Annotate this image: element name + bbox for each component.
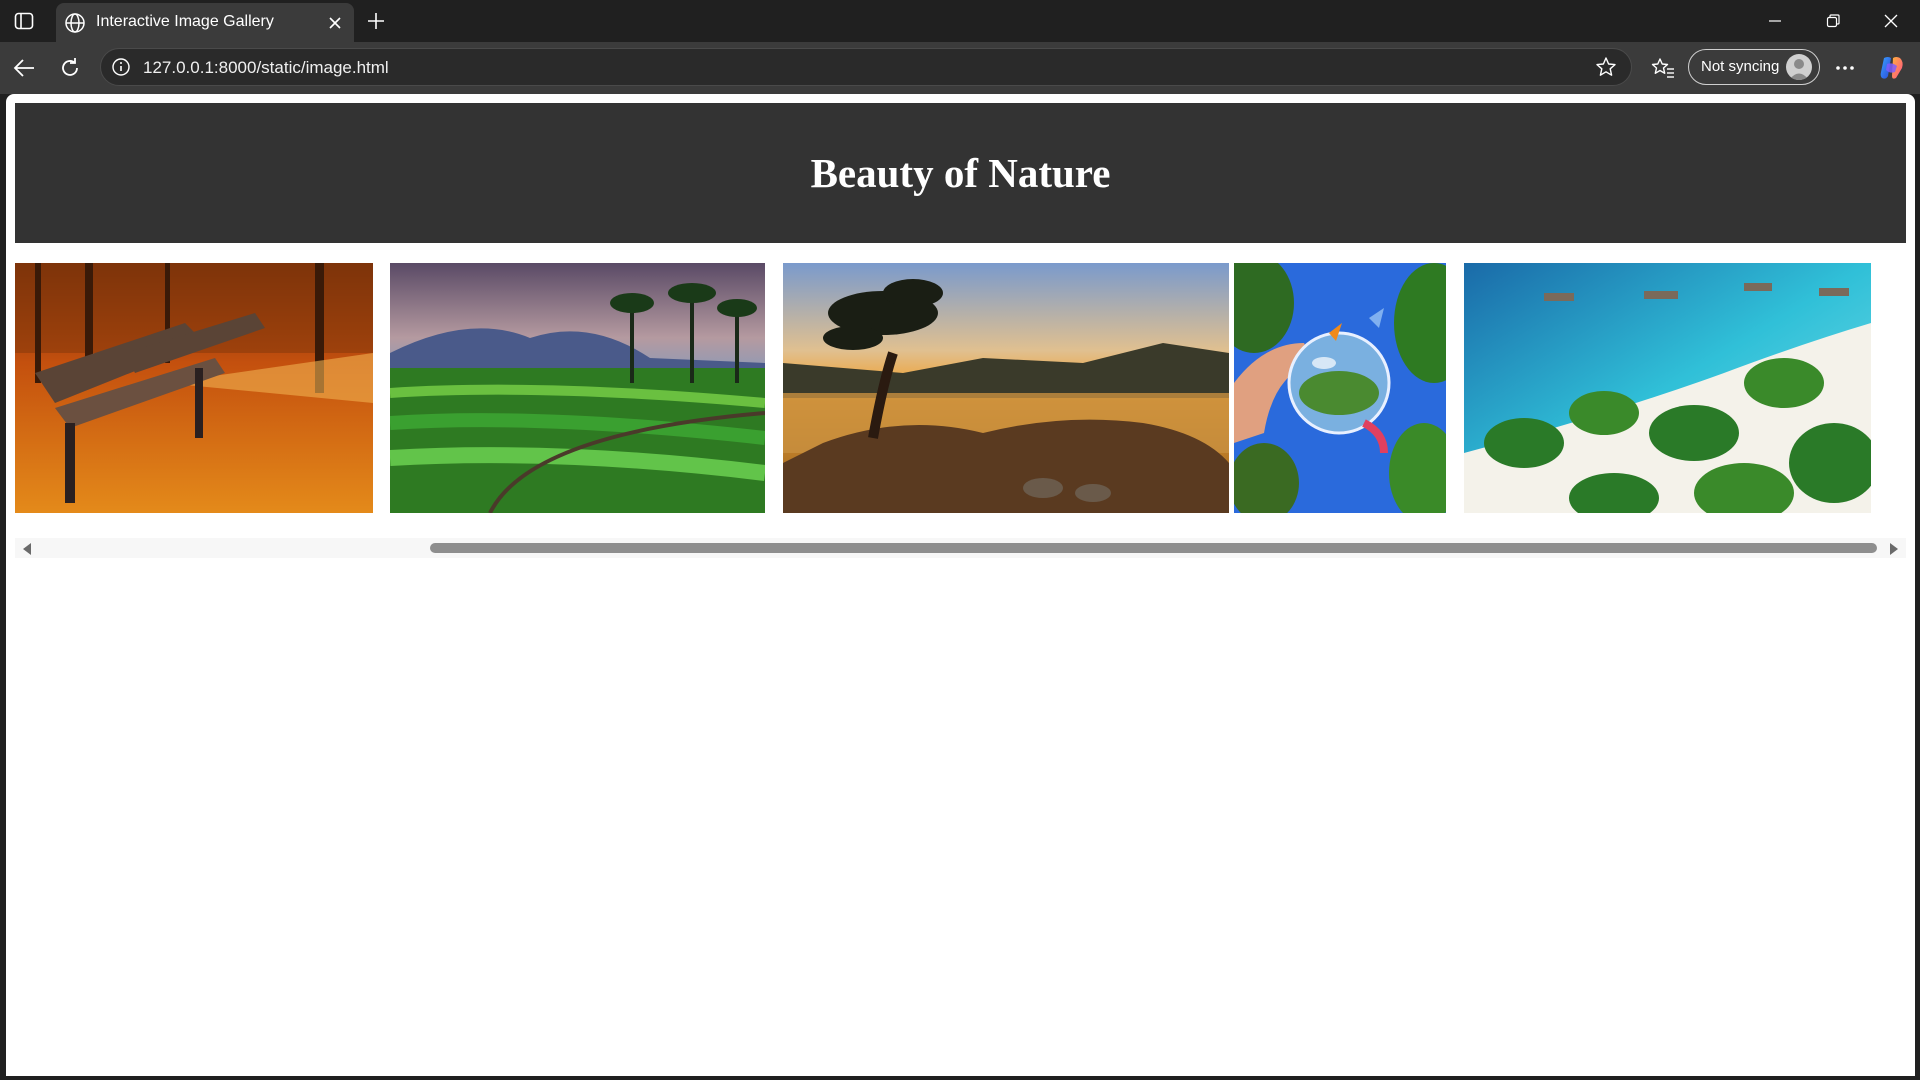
profile-label: Not syncing <box>1701 58 1780 75</box>
image-gallery[interactable] <box>15 263 1915 513</box>
avatar-icon <box>1786 54 1812 80</box>
page-title: Beauty of Nature <box>810 150 1111 196</box>
minimize-icon[interactable] <box>1746 0 1804 42</box>
plus-icon[interactable] <box>363 8 389 34</box>
address-bar[interactable]: 127.0.0.1:8000/static/image.html <box>100 48 1632 86</box>
active-tab[interactable]: Interactive Image Gallery <box>56 3 354 42</box>
browser-toolbar: 127.0.0.1:8000/static/image.html Not syn… <box>0 42 1920 94</box>
profile-button[interactable]: Not syncing <box>1688 49 1820 85</box>
scroll-right-arrow-icon[interactable] <box>1890 543 1898 555</box>
scrollbar-thumb[interactable] <box>430 543 1877 553</box>
gallery-image-crystal-ball[interactable] <box>1234 263 1446 513</box>
header-banner: Beauty of Nature <box>15 103 1906 243</box>
refresh-icon[interactable] <box>54 52 86 84</box>
tab-title: Interactive Image Gallery <box>96 13 274 30</box>
close-icon[interactable] <box>324 12 346 34</box>
horizontal-scrollbar[interactable] <box>15 538 1906 558</box>
url-text: 127.0.0.1:8000/static/image.html <box>143 58 389 77</box>
favorites-icon[interactable] <box>1647 52 1679 84</box>
globe-icon <box>64 12 86 34</box>
gallery-image-rice-terraces[interactable] <box>390 263 765 513</box>
gallery-image-autumn-benches[interactable] <box>15 263 373 513</box>
gallery-image-lake-tree[interactable] <box>783 263 1229 513</box>
copilot-icon[interactable] <box>1876 52 1908 84</box>
info-icon[interactable] <box>111 57 131 77</box>
close-window-icon[interactable] <box>1862 0 1920 42</box>
scroll-left-arrow-icon[interactable] <box>23 543 31 555</box>
sidebar-icon[interactable] <box>12 10 36 32</box>
restore-icon[interactable] <box>1804 0 1862 42</box>
title-bar: Interactive Image Gallery <box>0 0 1920 42</box>
back-arrow-icon[interactable] <box>8 52 40 84</box>
star-icon[interactable] <box>1595 56 1617 78</box>
more-icon[interactable] <box>1829 52 1861 84</box>
page-viewport: Beauty of Nature <box>6 94 1915 1076</box>
gallery-image-tropical-beach[interactable] <box>1464 263 1871 513</box>
